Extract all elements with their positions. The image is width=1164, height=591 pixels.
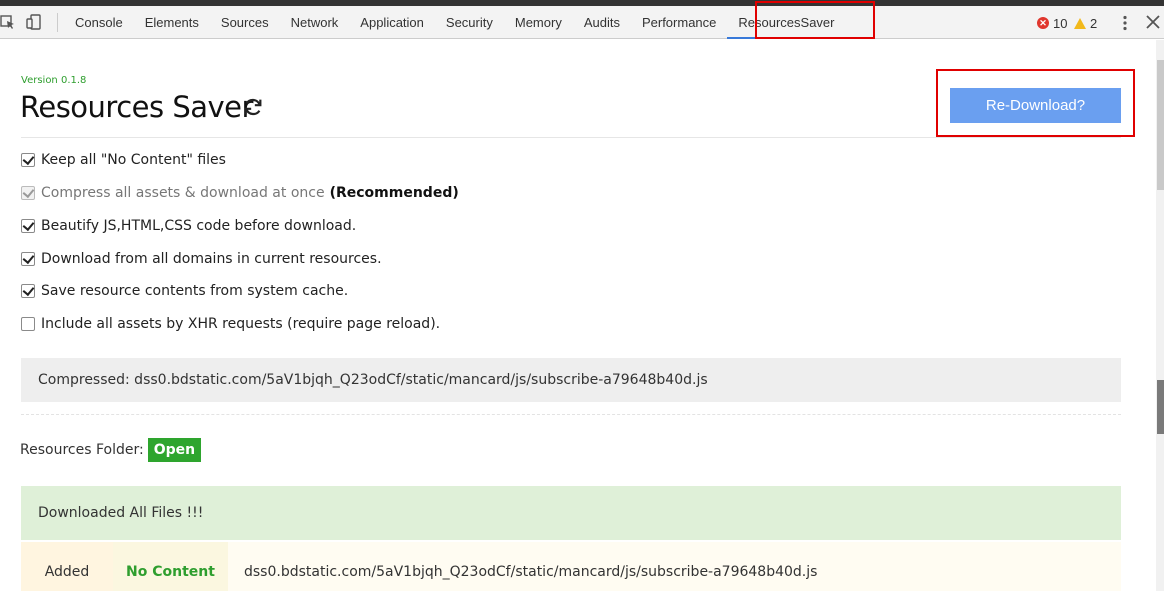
file-url: dss0.bdstatic.com/5aV1bjqh_Q23odCf/stati… [244, 564, 818, 580]
title-divider [21, 137, 1121, 138]
table-row: Added No Content dss0.bdstatic.com/5aV1b… [21, 542, 1121, 591]
toolbar-divider [57, 13, 58, 32]
scrollbar-track-segment [1157, 60, 1164, 190]
version-label: Version 0.1.8 [21, 75, 87, 86]
resources-saver-panel: Version 0.1.8 Resources Saver Re-Downloa… [0, 40, 1156, 591]
option-label: Download from all domains in current res… [41, 251, 382, 267]
device-toolbar-icon[interactable] [26, 14, 42, 30]
checkbox[interactable] [21, 252, 35, 266]
checkbox[interactable] [21, 284, 35, 298]
checkbox [21, 186, 35, 200]
checkbox[interactable] [21, 153, 35, 167]
section-divider [21, 414, 1121, 415]
resources-folder-label: Resources Folder: [20, 442, 144, 458]
tab-resourcessaver[interactable]: ResourcesSaver [727, 6, 846, 39]
error-icon: ✕ [1037, 17, 1049, 29]
redownload-highlight: Re-Download? [936, 69, 1135, 137]
tab-console[interactable]: Console [64, 6, 134, 39]
refresh-icon[interactable] [242, 96, 264, 118]
devtools-toolbar: Console Elements Sources Network Applica… [0, 6, 1164, 39]
option-beautify-code[interactable]: Beautify JS,HTML,CSS code before downloa… [21, 216, 356, 236]
option-label: Beautify JS,HTML,CSS code before downloa… [41, 218, 357, 234]
tab-security[interactable]: Security [435, 6, 504, 39]
option-keep-no-content[interactable]: Keep all "No Content" files [21, 150, 226, 170]
tab-sources[interactable]: Sources [210, 6, 280, 39]
resources-folder-row: Resources Folder: Open [20, 438, 202, 462]
compressed-status: Compressed: dss0.bdstatic.com/5aV1bjqh_Q… [21, 358, 1121, 402]
option-all-domains[interactable]: Download from all domains in current res… [21, 249, 382, 269]
option-label: Include all assets by XHR requests (requ… [41, 316, 441, 332]
option-label: Save resource contents from system cache… [41, 283, 349, 299]
page-title: Resources Saver [20, 90, 253, 124]
open-folder-button[interactable]: Open [147, 438, 202, 462]
tab-elements[interactable]: Elements [134, 6, 210, 39]
inspect-element-icon[interactable] [0, 14, 16, 30]
option-system-cache[interactable]: Save resource contents from system cache… [21, 281, 348, 301]
panel-tabs: Console Elements Sources Network Applica… [64, 6, 846, 39]
file-content-status: No Content [113, 542, 228, 591]
vertical-scrollbar[interactable] [1156, 40, 1164, 591]
scrollbar-thumb[interactable] [1157, 380, 1164, 434]
checkbox[interactable] [21, 219, 35, 233]
download-complete-message: Downloaded All Files !!! [21, 486, 1121, 540]
tab-memory[interactable]: Memory [504, 6, 573, 39]
warning-count-label: 2 [1090, 15, 1098, 31]
checkbox[interactable] [21, 317, 35, 331]
error-count-label: 10 [1053, 15, 1068, 31]
more-options-icon[interactable] [1117, 15, 1133, 31]
warning-count[interactable]: 2 [1074, 14, 1097, 32]
file-status: Added [21, 542, 113, 591]
tab-network[interactable]: Network [280, 6, 350, 39]
tab-application[interactable]: Application [349, 6, 435, 39]
tab-performance[interactable]: Performance [631, 6, 727, 39]
option-compress-assets: Compress all assets & download at once (… [21, 183, 459, 203]
tab-audits[interactable]: Audits [573, 6, 631, 39]
option-xhr-requests[interactable]: Include all assets by XHR requests (requ… [21, 314, 440, 334]
close-icon[interactable] [1145, 14, 1161, 30]
error-count[interactable]: ✕ 10 [1037, 14, 1067, 32]
option-label: Keep all "No Content" files [41, 152, 226, 168]
recommended-label: (Recommended) [329, 185, 459, 201]
option-label: Compress all assets & download at once [41, 185, 325, 201]
redownload-button[interactable]: Re-Download? [950, 88, 1121, 123]
warning-icon [1074, 17, 1086, 29]
